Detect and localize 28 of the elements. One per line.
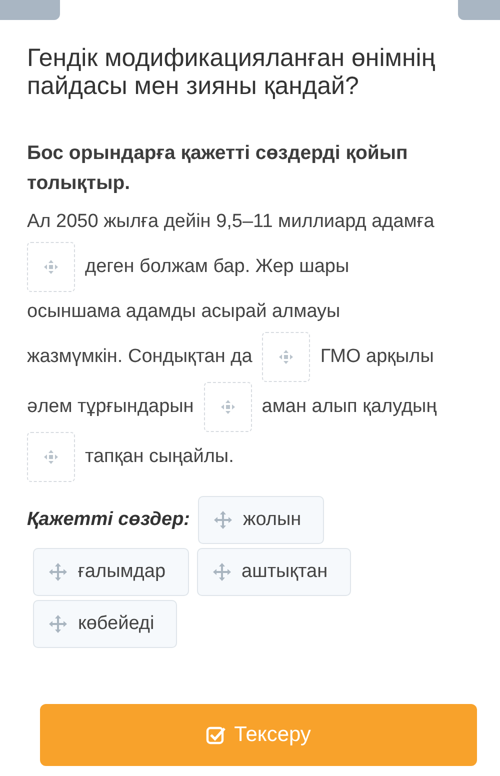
move-icon [48,614,68,634]
move-icon [48,562,68,582]
drop-slot[interactable] [262,332,310,382]
passage-text: жазмүмкін. Сондықтан да [27,346,252,368]
word-bank-label: Қажетті сөздер: [27,509,190,531]
passage-text: тапқан сыңайлы. [85,446,234,468]
move-icon [278,349,294,365]
drop-slot[interactable] [27,242,75,292]
move-icon [43,259,59,275]
word-chip[interactable]: ғалымдар [33,548,189,596]
passage-text: әлем тұрғындарын [27,396,194,418]
word-chip[interactable]: көбейеді [33,600,178,648]
passage-text: аман алып қалудың [262,396,437,418]
word-chip[interactable]: аштықтан [196,548,351,596]
passage-text: осыншама адамды асырай алмауы [27,301,340,323]
passage-text: деген болжам бар. Жер шары [85,256,350,278]
word-chip[interactable]: жолын [198,496,324,544]
passage-text: Ал 2050 жылға дейін 9,5–11 миллиард адамға [27,211,434,233]
checkbox-icon [206,725,226,745]
move-icon [213,510,234,530]
instruction-text: Бос орындарға қажетті сөздерді қойып толықтыр. [27,141,409,196]
drop-slot[interactable] [27,432,75,482]
move-icon [212,562,232,582]
move-icon [220,399,236,415]
passage-text: ГМО арқылы [320,346,434,368]
question-title: Гендік модификацияланған өнімнің пайдасы мен зияны қандай? [27,44,436,100]
drop-slot[interactable] [204,382,252,432]
move-icon [43,449,59,465]
